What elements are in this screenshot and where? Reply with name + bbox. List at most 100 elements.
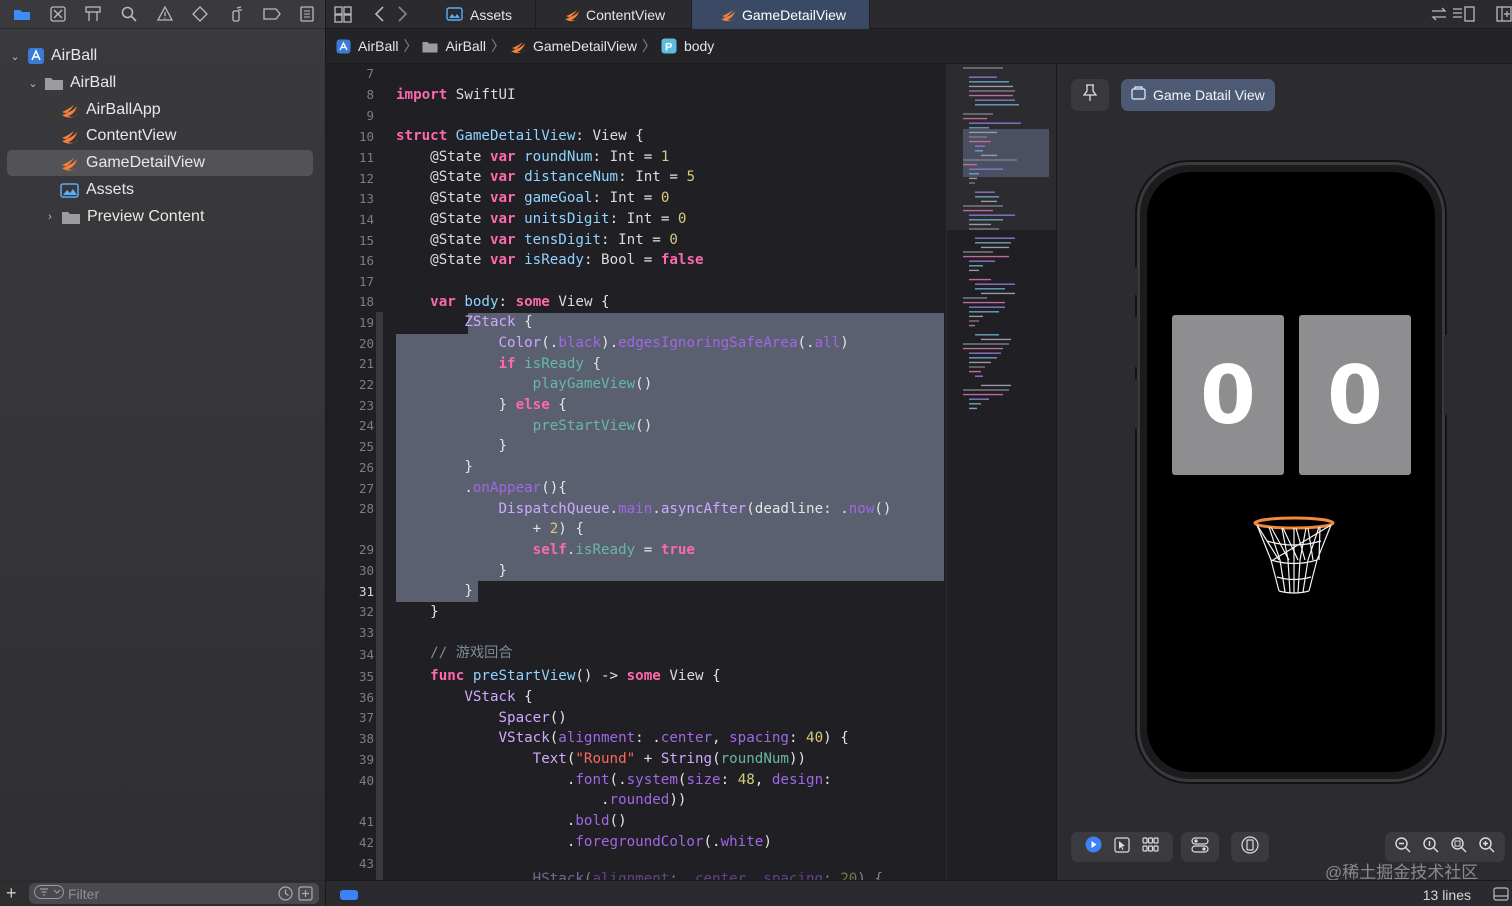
device-settings-button[interactable]: [1181, 832, 1219, 862]
line-number: 11: [358, 150, 374, 165]
tab-gamedetailview[interactable]: GameDetailView: [692, 0, 870, 29]
breadcrumb-item[interactable]: GameDetailView: [533, 38, 637, 54]
line-number: 10: [358, 129, 374, 144]
tab-assets[interactable]: Assets: [420, 0, 536, 29]
inspector-toggle-icon[interactable]: [1493, 887, 1509, 906]
chevron-down-icon[interactable]: ⌄: [26, 77, 40, 90]
filter-field[interactable]: Filter: [29, 883, 319, 904]
add-icon[interactable]: +: [6, 883, 17, 904]
device-button[interactable]: [1231, 832, 1269, 862]
side-button: [1134, 379, 1138, 429]
code-line: HStack(alignment: .center, spacing: 20) …: [532, 871, 883, 880]
tree-item-project[interactable]: ⌄ AirBall: [8, 43, 314, 69]
line-number: 24: [358, 418, 374, 433]
tree-item-airballapp[interactable]: AirBallApp: [60, 97, 314, 123]
filter-options-icon[interactable]: [34, 885, 64, 902]
swap-editor-icon[interactable]: [1430, 6, 1448, 27]
line-number: 35: [358, 669, 374, 684]
preview-selector[interactable]: Game Datail View: [1121, 79, 1275, 111]
add-editor-icon[interactable]: [1496, 6, 1512, 27]
warning-icon[interactable]: [147, 0, 183, 29]
source-control-icon[interactable]: [40, 0, 76, 29]
minimap[interactable]: [946, 64, 1056, 880]
line-number: 43: [358, 856, 374, 871]
breakpoint-icon[interactable]: [254, 0, 290, 29]
live-preview-icon[interactable]: [1085, 836, 1102, 858]
tree-item-label: AirBall: [70, 74, 117, 91]
debug-area-toggle-icon[interactable]: [340, 890, 358, 900]
source-control-filter-icon[interactable]: [298, 886, 313, 904]
report-icon[interactable]: [289, 0, 325, 29]
line-number: 12: [358, 171, 374, 186]
recent-files-icon[interactable]: [278, 886, 293, 904]
group-folder-icon: [61, 209, 81, 225]
test-diamond-icon[interactable]: [182, 0, 218, 29]
line-number: 14: [358, 212, 374, 227]
tab-label: GameDetailView: [742, 6, 847, 23]
tree-item-label: AirBallApp: [86, 101, 161, 118]
line-number: 9: [366, 108, 374, 123]
tree-item-group-airball[interactable]: ⌄ AirBall: [26, 70, 314, 96]
zoom-fit-icon[interactable]: [1451, 836, 1467, 858]
grid-layout-icon[interactable]: [334, 6, 352, 28]
device-icon: [1241, 835, 1259, 859]
line-number: 42: [358, 835, 374, 850]
svg-text:P: P: [665, 42, 672, 54]
side-button: [1444, 335, 1448, 415]
line-number-gutter: 7 8 9 10 11 12 13 14 15 16 17 18 19 20 21 22 23 24 25 26 27 2…: [326, 64, 378, 880]
device-frame: 0 0: [1134, 162, 1448, 782]
line-number: 22: [358, 377, 374, 392]
tree-item-contentview[interactable]: ContentView: [60, 123, 314, 149]
code-line: func preStartView() -> some View {: [430, 668, 721, 684]
code-line: VStack(alignment: .center, spacing: 40) …: [498, 730, 849, 746]
zoom-out-icon[interactable]: [1395, 836, 1411, 858]
breadcrumb-item[interactable]: AirBall: [445, 38, 485, 54]
code-line: .rounded)): [396, 792, 687, 808]
project-icon: [336, 39, 351, 54]
search-icon[interactable]: [111, 0, 147, 29]
zoom-actual-icon[interactable]: [1423, 836, 1439, 858]
code-line: preStartView(): [532, 418, 653, 434]
device-settings-icon: [1191, 836, 1209, 858]
pin-button[interactable]: [1071, 79, 1109, 111]
breadcrumb-item[interactable]: body: [684, 38, 714, 54]
code-editor[interactable]: 7 8 9 10 11 12 13 14 15 16 17 18 19 20 21 22 23 24 25 26 27 2…: [326, 64, 946, 880]
tree-item-label: GameDetailView: [86, 154, 205, 171]
tree-item-label: Preview Content: [87, 208, 205, 225]
chevron-down-icon[interactable]: ⌄: [8, 50, 22, 63]
variants-grid-icon[interactable]: [1142, 837, 1159, 857]
tab-contentview[interactable]: ContentView: [536, 0, 692, 29]
code-line: var body: some View {: [430, 294, 610, 310]
editor-tab-bar: Assets ContentView GameDetailView: [326, 0, 1512, 29]
code-line: import SwiftUI: [396, 87, 516, 103]
debug-spray-icon[interactable]: [218, 0, 254, 29]
code-line: Color(.black).edgesIgnoringSafeArea(.all…: [498, 335, 849, 351]
project-navigator: ⌄ AirBall ⌄ AirBall AirBallApp ContentVi…: [0, 0, 326, 906]
line-number: 31: [358, 584, 374, 599]
swift-file-icon: [60, 154, 80, 172]
code-line: .onAppear(){: [396, 480, 567, 496]
folder-icon[interactable]: [4, 0, 40, 29]
line-number: 15: [358, 233, 374, 248]
selectable-mode-icon[interactable]: [1114, 836, 1130, 858]
tree-item-assets[interactable]: Assets: [60, 177, 314, 203]
chevron-right-icon[interactable]: ›: [43, 211, 57, 223]
back-arrow-icon[interactable]: [373, 5, 385, 28]
line-number: 8: [366, 87, 374, 102]
line-number: 23: [358, 398, 374, 413]
property-icon: P: [661, 38, 677, 54]
hierarchy-icon[interactable]: [75, 0, 111, 29]
code-folding-ribbon[interactable]: [376, 312, 383, 880]
tree-item-label: ContentView: [86, 127, 177, 144]
tree-item-gamedetailview[interactable]: GameDetailView: [7, 150, 313, 176]
tree-item-preview-content[interactable]: › Preview Content: [43, 204, 314, 230]
line-number: 33: [358, 625, 374, 640]
side-button: [1134, 317, 1138, 367]
line-number: 20: [358, 336, 374, 351]
breadcrumb-item[interactable]: AirBall: [358, 38, 398, 54]
forward-arrow-icon[interactable]: [397, 5, 409, 28]
code-line: if isReady {: [498, 356, 602, 372]
tab-label: Assets: [470, 6, 513, 23]
editor-options-icon[interactable]: [1452, 6, 1476, 27]
zoom-in-icon[interactable]: [1479, 836, 1495, 858]
